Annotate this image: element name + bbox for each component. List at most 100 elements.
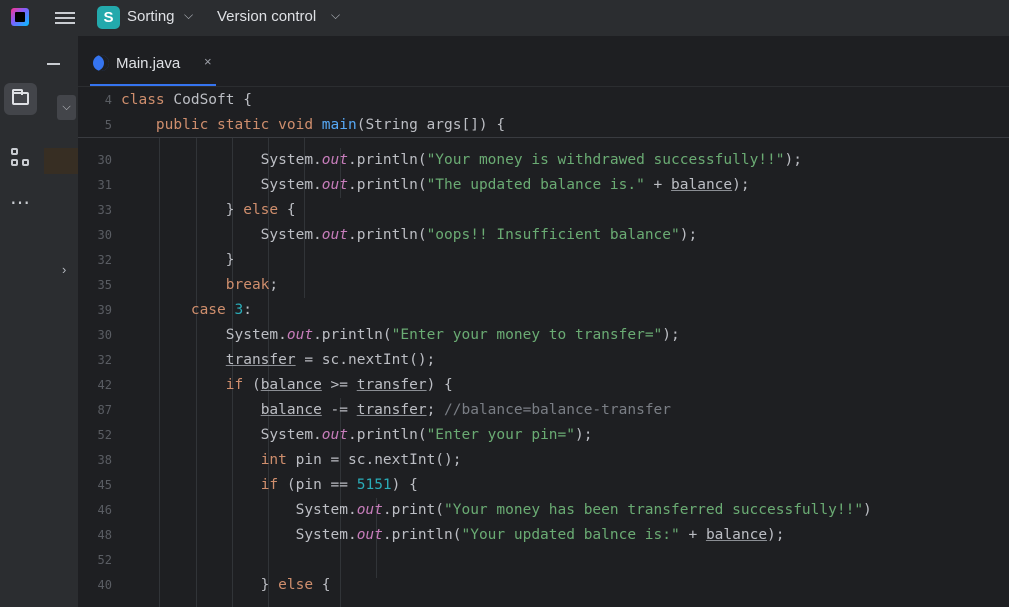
code-token: ) { [426,377,453,393]
line-number[interactable]: 52 [78,424,112,446]
folder-icon [12,89,29,105]
code-line[interactable]: 32 transfer = sc.nextInt(); [78,349,1009,371]
code-token: balance [671,177,733,193]
line-number[interactable]: 87 [78,399,112,421]
project-panel [40,36,78,607]
code-line[interactable]: 30 System.out.println("oops!! Insufficie… [78,224,1009,246]
app-logo-icon[interactable] [11,8,29,26]
code-line[interactable]: 35 break; [78,274,1009,296]
project-badge[interactable]: S [97,6,120,29]
line-number[interactable]: 40 [78,574,112,596]
code-token: System. [121,152,322,168]
code-text: public static void main(String args[]) { [121,114,505,136]
sticky-code-line[interactable]: 4 class CodSoft { [78,89,1009,111]
code-line[interactable]: 33 } else { [78,199,1009,221]
code-line[interactable]: 32 } [78,249,1009,271]
code-token: System. [121,427,322,443]
code-line[interactable]: 30 System.out.println("Enter your money … [78,324,1009,346]
code-token: out [321,152,348,168]
structure-icon[interactable] [11,148,31,168]
sticky-code-line[interactable]: 5 public static void main(String args[])… [78,114,1009,136]
line-number[interactable]: 42 [78,374,112,396]
code-text: System.out.println("oops!! Insufficient … [121,224,698,246]
code-token: CodSoft { [173,92,252,108]
line-number[interactable]: 4 [78,89,112,111]
minimize-icon[interactable] [47,63,60,65]
code-line[interactable]: 48 System.out.println("Your updated baln… [78,524,1009,546]
code-token: out [286,327,314,343]
code-token: "Your money has been transferred success… [444,502,864,518]
line-number[interactable]: 5 [78,114,112,136]
code-line[interactable]: 40 } else { [78,574,1009,596]
line-number[interactable]: 48 [78,524,112,546]
code-token: ); [679,227,698,243]
code-token: out [356,527,383,543]
line-number[interactable]: 35 [78,274,112,296]
code-token: ); [732,177,750,193]
line-number[interactable]: 32 [78,349,112,371]
chevron-down-icon[interactable]: ⌵ [331,8,340,23]
code-token: main [321,117,357,133]
code-line[interactable]: 39 case 3: [78,299,1009,321]
chevron-down-icon[interactable]: ⌵ [184,8,193,23]
code-line[interactable]: 45 if (pin == 5151) { [78,474,1009,496]
main-menu-icon[interactable] [55,9,75,27]
code-token: -= [321,402,357,418]
code-token: } [121,577,279,593]
code-text: System.out.print("Your money has been tr… [121,499,872,521]
line-number[interactable]: 39 [78,299,112,321]
code-token: else [243,202,279,218]
line-number[interactable]: 31 [78,174,112,196]
code-text: System.out.println("Enter your money to … [121,324,680,346]
code-line[interactable]: 31 System.out.println("The updated balan… [78,174,1009,196]
code-token: public static void [121,117,322,133]
project-selector[interactable]: Sorting [127,8,175,25]
code-token: //balance=balance-transfer [444,402,672,418]
code-token: int [260,452,287,468]
code-token: .println( [348,152,427,168]
code-token: transfer [356,402,427,418]
close-icon[interactable]: × [204,54,212,69]
code-view[interactable]: 4 class CodSoft { 5 public static void mai… [78,86,1009,607]
tab-main-java[interactable]: Main.java × [90,42,216,86]
line-number[interactable]: 45 [78,474,112,496]
code-line[interactable]: 52 System.out.println("Enter your pin=")… [78,424,1009,446]
line-number[interactable]: 32 [78,249,112,271]
code-token: 5151 [356,477,392,493]
code-token: .println( [313,327,392,343]
line-number[interactable]: 46 [78,499,112,521]
code-token: balance [260,402,322,418]
line-number[interactable]: 30 [78,149,112,171]
code-token: "The updated balance is." [426,177,645,193]
code-token: .print( [382,502,445,518]
expand-dropdown-icon[interactable]: ⌵ [57,95,76,120]
code-line[interactable]: 46 System.out.print("Your money has been… [78,499,1009,521]
code-token: "oops!! Insufficient balance" [426,227,680,243]
project-tool-button[interactable] [4,83,37,115]
code-line[interactable]: 38 int pin = sc.nextInt(); [78,449,1009,471]
code-token: case [190,302,235,318]
version-control-menu[interactable]: Version control [217,8,316,25]
code-line[interactable]: 87 balance -= transfer; //balance=balanc… [78,399,1009,421]
code-token: "Your money is withdrawed successfully!!… [426,152,785,168]
line-number[interactable]: 38 [78,449,112,471]
code-line[interactable]: 30 System.out.println("Your money is wit… [78,149,1009,171]
code-token: ( [243,377,261,393]
line-number[interactable]: 33 [78,199,112,221]
code-token: 3 [234,302,244,318]
code-line[interactable]: 52 [78,549,1009,571]
code-token: ); [662,327,680,343]
code-text: int pin = sc.nextInt(); [121,449,462,471]
more-tools-icon[interactable]: ⋯ [10,190,31,215]
line-number[interactable]: 30 [78,324,112,346]
chevron-right-icon[interactable]: › [62,262,66,277]
code-text: if (pin == 5151) { [121,474,418,496]
line-number[interactable]: 30 [78,224,112,246]
line-number[interactable]: 52 [78,549,112,571]
code-line[interactable]: 42 if (balance >= transfer) { [78,374,1009,396]
code-token: (String args[]) { [356,117,506,133]
